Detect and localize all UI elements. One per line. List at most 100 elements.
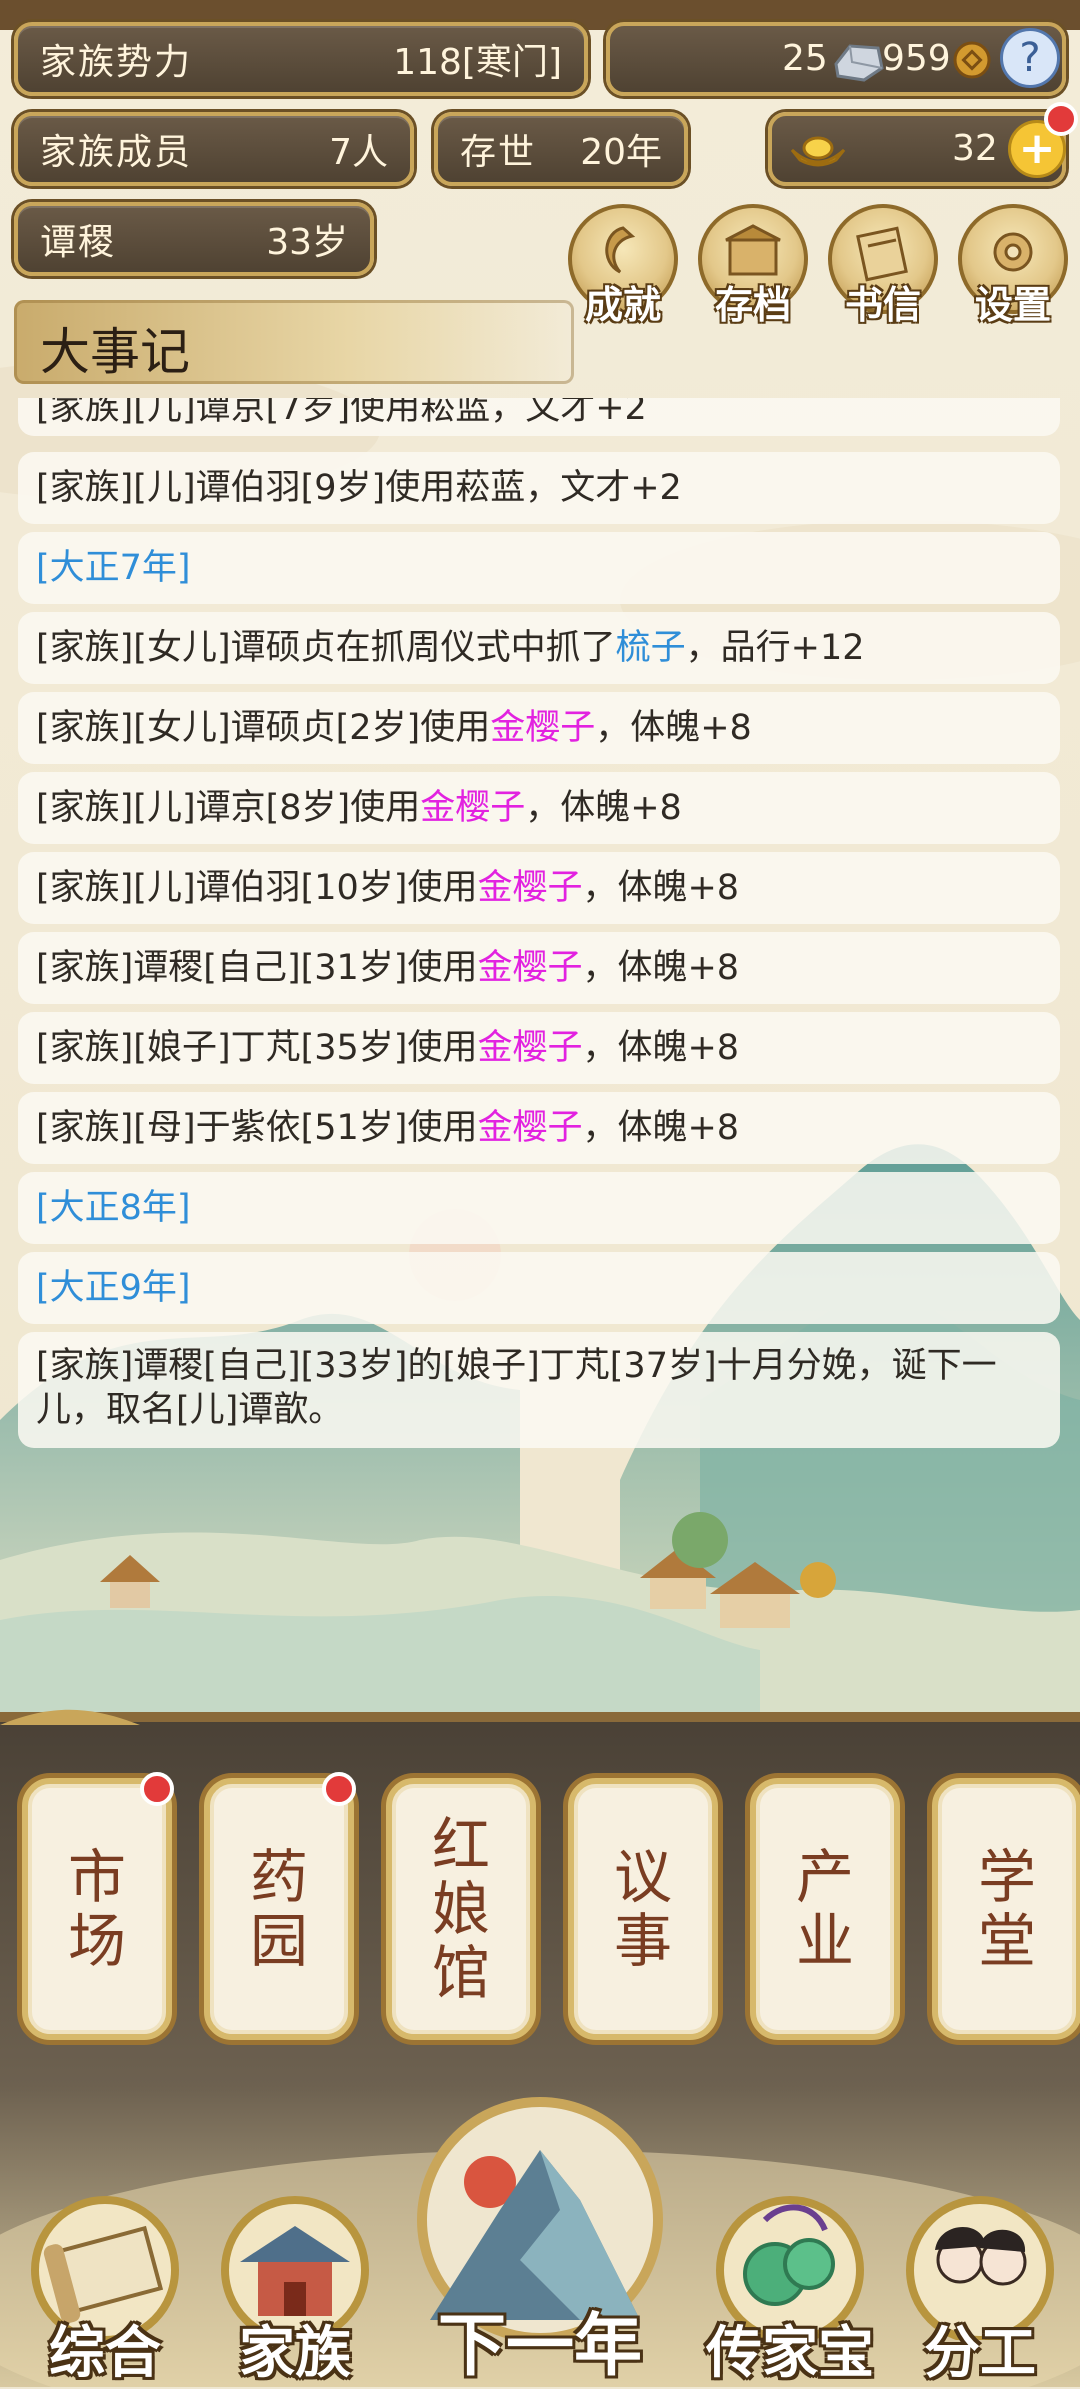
building-card-5[interactable]: 产业 — [750, 1778, 900, 2040]
building-label-char: 药 — [249, 1843, 308, 1911]
event-text: [家族][儿]谭伯羽[9岁]使用菘蓝，文才+2 — [36, 468, 682, 508]
event-text: ，体魄+8 — [525, 788, 682, 828]
nav-heirloom-label: 传家宝 — [706, 2321, 874, 2386]
item-highlight: 金樱子 — [477, 1108, 583, 1148]
members-label: 家族成员 — [40, 132, 193, 173]
gold-bar[interactable]: 32 + — [768, 102, 1078, 186]
existence-value: 20年 — [580, 132, 662, 173]
letter-label: 书信 — [844, 283, 921, 327]
year-marker: [大正7年] — [18, 532, 1060, 604]
building-card-4[interactable]: 议事 — [568, 1778, 718, 2040]
year-label: [大正8年] — [36, 1188, 191, 1228]
achievement-label: 成就 — [584, 283, 661, 327]
gold-amount: 32 — [952, 128, 998, 169]
event-entry: [家族]谭稷[自己][31岁]使用金樱子，体魄+8 — [18, 932, 1060, 1004]
event-text: [家族][儿]谭京[8岁]使用 — [36, 788, 421, 828]
building-label-char: 市 — [67, 1843, 126, 1911]
existence-label: 存世 — [460, 132, 537, 173]
nav-division-label: 分工 — [924, 2321, 1036, 2386]
nav-next-year-label: 下一年 — [437, 2307, 642, 2386]
notification-dot — [1044, 102, 1078, 136]
building-label: 药园 — [210, 1784, 348, 2034]
clan-power-value: 118[寒门] — [393, 42, 562, 83]
clan-power-bar[interactable]: 家族势力 118[寒门] — [14, 22, 588, 96]
chronicle-log[interactable]: [家族][儿]谭京[7岁]使用菘蓝，文才+2 [家族][儿]谭伯羽[9岁]使用菘蓝… — [0, 398, 1080, 1458]
building-card-1[interactable]: 市场 — [22, 1772, 174, 2040]
copper-amount: 959 — [882, 38, 951, 79]
building-label-char: 产 — [795, 1843, 854, 1911]
year-label: [大正7年] — [36, 548, 191, 588]
copper-coin-icon — [953, 41, 991, 79]
building-label: 产业 — [756, 1784, 894, 2034]
leader-age: 33岁 — [266, 222, 348, 263]
nav-general[interactable]: 综合 — [10, 2180, 190, 2386]
event-entry: [家族][儿]谭伯羽[9岁]使用菘蓝，文才+2 — [18, 452, 1060, 524]
building-label-char: 馆 — [431, 1939, 490, 2007]
event-text: ，体魄+8 — [595, 708, 752, 748]
event-text: ，品行+12 — [685, 628, 865, 668]
event-text: [家族][娘子]丁芃[35岁]使用 — [36, 1028, 478, 1068]
building-label-char: 园 — [249, 1907, 308, 1975]
item-highlight: 金樱子 — [477, 868, 583, 908]
settings-button[interactable]: 设置 — [958, 204, 1068, 327]
building-card-2[interactable]: 药园 — [204, 1772, 356, 2040]
event-entry: [家族][儿]谭京[7岁]使用菘蓝，文才+2 — [18, 398, 1060, 436]
event-entry: [家族][娘子]丁芃[35岁]使用金樱子，体魄+8 — [18, 1012, 1060, 1084]
nav-general-label: 综合 — [49, 2321, 161, 2386]
building-card-6[interactable]: 学堂 — [932, 1778, 1080, 2040]
year-marker: [大正8年] — [18, 1172, 1060, 1244]
building-label: 学堂 — [938, 1784, 1076, 2034]
archive-button[interactable]: 存档 — [698, 204, 808, 327]
leader-bar[interactable]: 谭稷 33岁 — [14, 202, 374, 276]
building-label-char: 议 — [613, 1843, 672, 1911]
chronicle-title: 大事记 — [40, 323, 190, 381]
help-button[interactable]: ? — [1000, 28, 1060, 88]
notification-dot — [140, 1772, 174, 1806]
nav-clan[interactable]: 家族 — [200, 2180, 380, 2386]
leader-name: 谭稷 — [40, 222, 117, 263]
members-value: 7人 — [329, 132, 388, 173]
event-text: [家族][女儿]谭硕贞[2岁]使用 — [36, 708, 491, 748]
building-label-char: 娘 — [431, 1875, 490, 1943]
nav-clan-label: 家族 — [239, 2321, 351, 2386]
event-text: [家族][女儿]谭硕贞在抓周仪式中抓了 — [36, 628, 616, 668]
help-icon: ? — [1019, 35, 1041, 81]
nav-heirloom[interactable]: 传家宝 — [690, 2180, 890, 2386]
currency-bar[interactable]: 25 959 ? — [606, 22, 1066, 96]
nav-division[interactable]: 分工 — [890, 2180, 1070, 2386]
year-marker: [大正9年] — [18, 1252, 1060, 1324]
event-text: ，体魄+8 — [582, 1028, 740, 1068]
letter-button[interactable]: 书信 — [828, 204, 938, 327]
event-text: ，体魄+8 — [582, 1108, 740, 1148]
silver-ingot-icon — [834, 44, 884, 82]
event-entry: [家族][女儿]谭硕贞在抓周仪式中抓了梳子，品行+12 — [18, 612, 1060, 684]
gold-ingot-icon — [790, 136, 846, 167]
nav-next-year[interactable]: 下一年 — [390, 2090, 690, 2387]
event-text: ，体魄+8 — [582, 868, 740, 908]
building-label-char: 堂 — [977, 1907, 1036, 1975]
building-label-char: 业 — [795, 1907, 854, 1975]
event-text: [家族][母]于紫依[51岁]使用 — [36, 1108, 478, 1148]
item-highlight: 金樱子 — [477, 1028, 583, 1068]
item-highlight: 金樱子 — [420, 788, 526, 828]
settings-label: 设置 — [974, 283, 1051, 327]
chronicle-title-banner: 大事记 — [14, 300, 574, 384]
building-label-char: 红 — [431, 1811, 490, 1879]
settings-icon — [993, 232, 1033, 272]
building-label-char: 学 — [977, 1843, 1036, 1911]
achievement-button[interactable]: 成就 — [568, 204, 678, 327]
event-entry: [家族][女儿]谭硕贞[2岁]使用金樱子，体魄+8 — [18, 692, 1060, 764]
building-label-char: 事 — [613, 1907, 672, 1975]
notification-dot — [322, 1772, 356, 1806]
event-text: [家族]谭稷[自己][33岁]的[娘子]丁芃[37岁]十月分娩，诞下一儿，取名[… — [36, 1346, 997, 1430]
archive-label: 存档 — [714, 283, 791, 327]
building-label: 市场 — [28, 1784, 166, 2034]
building-card-3[interactable]: 红娘馆 — [386, 1778, 536, 2040]
letter-icon — [856, 226, 908, 282]
silver-amount: 25 — [782, 38, 828, 79]
members-bar[interactable]: 家族成员 7人 — [14, 112, 414, 186]
building-label-char: 场 — [67, 1907, 126, 1975]
existence-bar[interactable]: 存世 20年 — [434, 112, 688, 186]
achievement-icon — [605, 226, 636, 274]
event-text: [家族]谭稷[自己][31岁]使用 — [36, 948, 478, 988]
